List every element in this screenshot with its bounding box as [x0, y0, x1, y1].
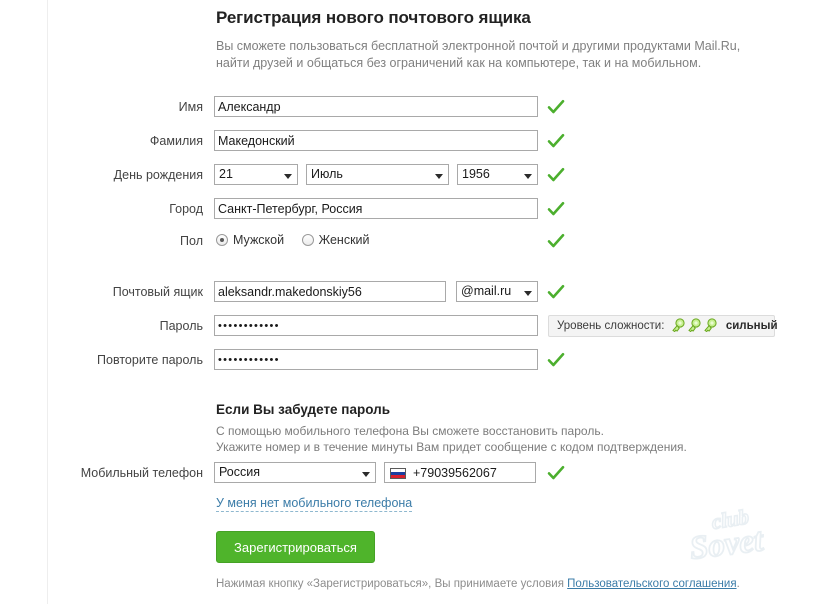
label-phone: Мобильный телефон: [80, 466, 203, 480]
gender-male-label: Мужской: [233, 233, 285, 247]
phone-number-field[interactable]: [384, 462, 536, 483]
valid-check-icon-last-name: [547, 132, 565, 150]
mailbox-domain-select[interactable]: @mail.ru: [456, 281, 538, 302]
label-mailbox: Почтовый ящик: [112, 285, 203, 299]
label-gender: Пол: [180, 234, 203, 248]
chevron-down-icon: [524, 174, 532, 179]
forgot-password-text: С помощью мобильного телефона Вы сможете…: [216, 424, 736, 455]
ru-flag-icon: [390, 468, 406, 479]
label-password: Пароль: [159, 319, 203, 333]
label-first-name: Имя: [178, 100, 203, 114]
valid-check-icon-mailbox: [547, 283, 565, 301]
page-title: Регистрация нового почтового ящика: [216, 8, 531, 27]
birthday-day-select[interactable]: 21: [214, 164, 298, 185]
password-strength-keys: [671, 318, 719, 339]
valid-check-icon-city: [547, 200, 565, 218]
password-input[interactable]: [214, 315, 538, 336]
password-repeat-input[interactable]: [214, 349, 538, 370]
phone-number-input[interactable]: [411, 463, 533, 482]
radio-male-icon[interactable]: [216, 234, 228, 246]
first-name-input[interactable]: [214, 96, 538, 117]
label-password-repeat: Повторите пароль: [97, 353, 203, 367]
label-birthday: День рождения: [113, 168, 203, 182]
register-button[interactable]: Зарегистрироваться: [216, 531, 375, 563]
label-last-name: Фамилия: [149, 134, 203, 148]
valid-check-icon-gender: [547, 232, 565, 250]
chevron-down-icon: [524, 291, 532, 296]
city-input[interactable]: [214, 198, 538, 219]
valid-check-icon-first-name: [547, 98, 565, 116]
phone-country-value: Россия: [219, 465, 260, 479]
radio-female-icon[interactable]: [301, 234, 314, 246]
gender-option-male[interactable]: Мужской: [216, 230, 284, 250]
password-strength-indicator: Уровень сложности: сильный: [548, 315, 778, 339]
forgot-password-line-1: С помощью мобильного телефона Вы сможете…: [216, 424, 604, 438]
terms-notice: Нажимая кнопку «Зарегистрироваться», Вы …: [216, 578, 740, 590]
chevron-down-icon: [362, 472, 370, 477]
birthday-month-value: Июль: [311, 167, 343, 181]
terms-suffix: .: [736, 578, 740, 590]
gender-female-label: Женский: [318, 233, 370, 247]
label-city: Город: [169, 202, 203, 216]
valid-check-icon-password-repeat: [547, 351, 565, 369]
mailbox-domain-value: @mail.ru: [461, 284, 512, 298]
chevron-down-icon: [284, 174, 292, 179]
mailbox-input[interactable]: [214, 281, 446, 302]
birthday-day-value: 21: [219, 167, 233, 181]
svg-text:club: club: [710, 504, 751, 534]
page-subtitle: Вы сможете пользоваться бесплатной элект…: [216, 39, 741, 70]
valid-check-icon-birthday: [547, 166, 565, 184]
user-agreement-link[interactable]: Пользовательского соглашения: [567, 578, 736, 590]
forgot-password-line-2: Укажите номер и в течение минуты Вам при…: [216, 439, 687, 454]
svg-text:Sovet: Sovet: [688, 522, 766, 567]
forgot-password-title: Если Вы забудете пароль: [216, 402, 391, 417]
password-strength-value: сильный: [725, 320, 778, 332]
birthday-month-select[interactable]: Июль: [306, 164, 449, 185]
password-strength-label: Уровень сложности:: [557, 320, 665, 332]
terms-prefix: Нажимая кнопку «Зарегистрироваться», Вы …: [216, 578, 568, 590]
birthday-year-value: 1956: [462, 167, 490, 181]
gender-radio-group: Мужской Женский: [216, 230, 384, 250]
sovetclub-watermark: club Sovet: [686, 502, 806, 568]
valid-check-icon-phone: [547, 464, 565, 482]
no-phone-link[interactable]: У меня нет мобильного телефона: [216, 495, 413, 512]
gender-option-female[interactable]: Женский: [301, 230, 370, 250]
registration-page: Регистрация нового почтового ящика Вы см…: [0, 0, 820, 604]
phone-country-select[interactable]: Россия: [214, 462, 376, 483]
birthday-year-select[interactable]: 1956: [457, 164, 538, 185]
last-name-input[interactable]: [214, 130, 538, 151]
chevron-down-icon: [435, 174, 443, 179]
